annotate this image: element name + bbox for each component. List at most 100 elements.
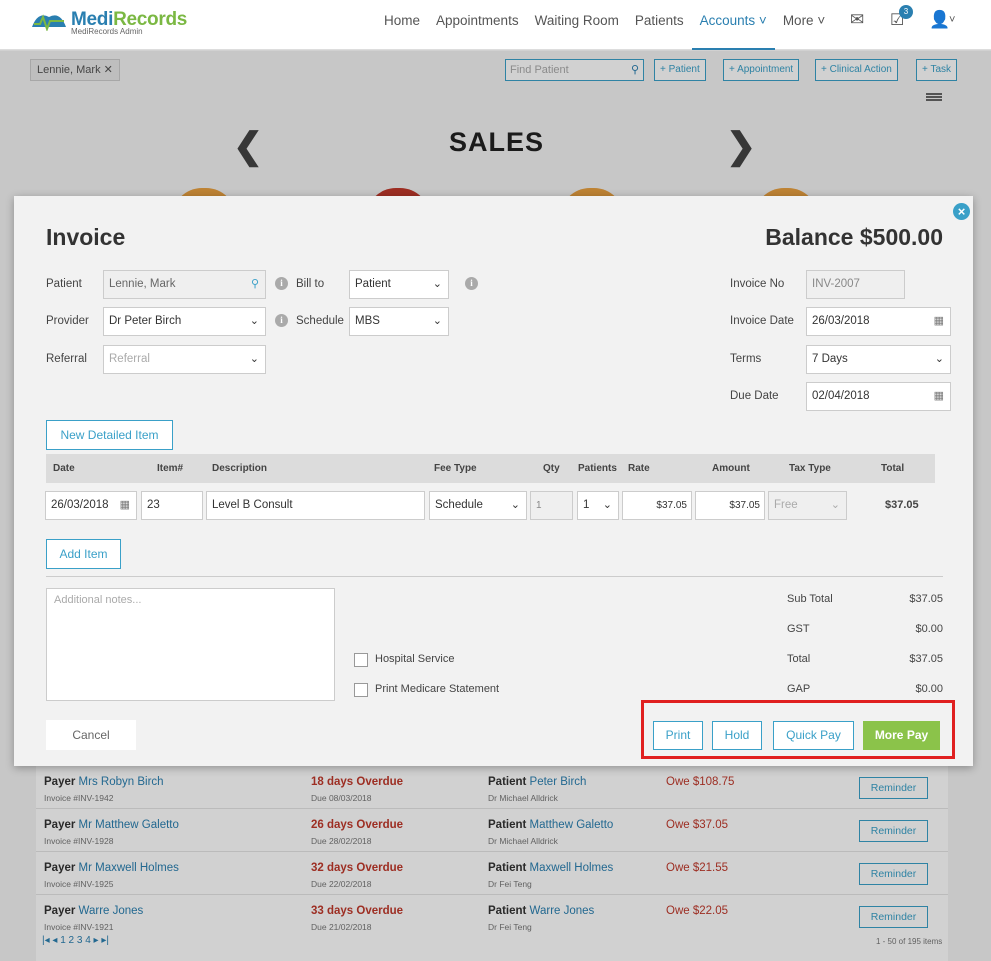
provider-label: Provider: [46, 315, 89, 327]
chevron-down-icon: ⌄: [249, 315, 259, 327]
close-icon[interactable]: ×: [953, 203, 970, 220]
line-patients-select[interactable]: 1 ⌄: [577, 491, 619, 520]
chevron-down-icon: ⌄: [432, 315, 442, 327]
new-detailed-item-button[interactable]: New Detailed Item: [46, 420, 173, 450]
referral-placeholder: Referral: [109, 353, 150, 365]
patient-field[interactable]: Lennie, Mark ⚲: [103, 270, 266, 299]
calendar-icon[interactable]: ▦: [934, 308, 944, 335]
total-label: Total: [787, 653, 811, 665]
due-date-value: 02/04/2018: [812, 390, 870, 402]
nav-accounts[interactable]: Accounts ˅: [691, 0, 775, 50]
line-items-header: Date Item# Description Fee Type Qty Pati…: [46, 454, 935, 483]
bill-to-value: Patient: [355, 278, 391, 290]
user-menu-chevron-icon[interactable]: ˅: [949, 14, 955, 26]
subtotal-value: $37.05: [909, 593, 943, 605]
gst-value: $0.00: [915, 623, 943, 635]
calendar-icon[interactable]: ▦: [120, 492, 130, 519]
fee-type-value: Schedule: [435, 499, 483, 511]
due-date-label: Due Date: [730, 390, 779, 402]
hospital-service-checkbox[interactable]: [354, 653, 368, 667]
subtotal-label: Sub Total: [787, 593, 833, 605]
tasks-badge: 3: [899, 5, 913, 19]
line-item-number-field[interactable]: 23: [141, 491, 203, 520]
line-amount-field[interactable]: $37.05: [695, 491, 765, 520]
invoice-no-field: INV-2007: [806, 270, 905, 299]
col-amount: Amount: [712, 463, 750, 474]
line-fee-type-select[interactable]: Schedule ⌄: [429, 491, 527, 520]
invoice-title: Invoice: [46, 224, 126, 250]
bill-to-info-icon[interactable]: i: [465, 277, 478, 290]
provider-select[interactable]: Dr Peter Birch ⌄: [103, 307, 266, 336]
gst-label: GST: [787, 623, 810, 635]
search-icon[interactable]: ⚲: [251, 271, 259, 298]
provider-value: Dr Peter Birch: [109, 315, 182, 327]
invoice-date-value: 26/03/2018: [812, 315, 870, 327]
col-patients: Patients: [578, 463, 617, 474]
patient-info-icon[interactable]: i: [275, 277, 288, 290]
bill-to-select[interactable]: Patient ⌄: [349, 270, 449, 299]
calendar-icon[interactable]: ▦: [934, 383, 944, 410]
hospital-service-label: Hospital Service: [375, 653, 455, 665]
line-description-field[interactable]: Level B Consult: [206, 491, 425, 520]
invoice-no-label: Invoice No: [730, 278, 785, 290]
patients-value: 1: [583, 499, 590, 511]
print-medicare-label: Print Medicare Statement: [375, 683, 500, 695]
notes-placeholder: Additional notes...: [54, 594, 142, 606]
col-item: Item#: [157, 463, 184, 474]
line-date-field[interactable]: 26/03/2018 ▦: [45, 491, 137, 520]
schedule-select[interactable]: MBS ⌄: [349, 307, 449, 336]
nav-patients[interactable]: Patients: [627, 0, 692, 50]
chevron-down-icon: ⌄: [830, 499, 840, 511]
invoice-modal: × Invoice Balance $500.00 Patient Lennie…: [14, 196, 973, 766]
patient-label: Patient: [46, 278, 82, 290]
nav-home[interactable]: Home: [376, 0, 428, 50]
print-medicare-checkbox[interactable]: [354, 683, 368, 697]
line-total: $37.05: [885, 499, 919, 511]
brand-subtitle: MediRecords Admin: [71, 27, 143, 36]
line-rate-field[interactable]: $37.05: [622, 491, 692, 520]
total-value: $37.05: [909, 653, 943, 665]
invoice-date-field[interactable]: 26/03/2018 ▦: [806, 307, 951, 336]
gap-value: $0.00: [915, 683, 943, 695]
main-nav: Home Appointments Waiting Room Patients …: [376, 0, 833, 50]
terms-label: Terms: [730, 353, 762, 365]
section-divider: [46, 576, 943, 577]
cancel-button[interactable]: Cancel: [46, 720, 136, 750]
gap-label: GAP: [787, 683, 811, 695]
bill-to-label: Bill to: [296, 278, 325, 290]
nav-more[interactable]: More ˅: [775, 0, 833, 50]
notes-textarea[interactable]: Additional notes...: [46, 588, 335, 701]
col-qty: Qty: [543, 463, 560, 474]
nav-waiting-room[interactable]: Waiting Room: [527, 0, 627, 50]
add-item-button[interactable]: Add Item: [46, 539, 121, 569]
provider-info-icon[interactable]: i: [275, 314, 288, 327]
due-date-field[interactable]: 02/04/2018 ▦: [806, 382, 951, 411]
col-date: Date: [53, 463, 75, 474]
user-icon[interactable]: 👤: [929, 10, 950, 30]
line-tax-type-select: Free ⌄: [768, 491, 847, 520]
col-description: Description: [212, 463, 268, 474]
nav-appointments[interactable]: Appointments: [428, 0, 527, 50]
line-qty-field: 1: [530, 491, 573, 520]
terms-value: 7 Days: [812, 353, 848, 365]
referral-select[interactable]: Referral ⌄: [103, 345, 266, 374]
col-rate: Rate: [628, 463, 650, 474]
terms-select[interactable]: 7 Days ⌄: [806, 345, 951, 374]
tax-type-value: Free: [774, 499, 798, 511]
col-total: Total: [881, 463, 905, 474]
schedule-label: Schedule: [296, 315, 344, 327]
chevron-down-icon: ⌄: [602, 499, 612, 511]
logo-mark-icon: [32, 14, 66, 31]
payment-actions-highlight: [641, 700, 955, 759]
schedule-value: MBS: [355, 315, 380, 327]
mail-icon[interactable]: ✉: [850, 10, 864, 30]
referral-label: Referral: [46, 353, 87, 365]
patient-value: Lennie, Mark: [109, 278, 176, 290]
invoice-balance: Balance $500.00: [765, 224, 943, 250]
chevron-down-icon: ⌄: [249, 353, 259, 365]
top-navbar: MediRecords MediRecords Admin Home Appoi…: [0, 0, 991, 50]
line-date-value: 26/03/2018: [51, 499, 109, 511]
col-tax-type: Tax Type: [789, 463, 831, 474]
col-fee-type: Fee Type: [434, 463, 477, 474]
chevron-down-icon: ⌄: [510, 499, 520, 511]
